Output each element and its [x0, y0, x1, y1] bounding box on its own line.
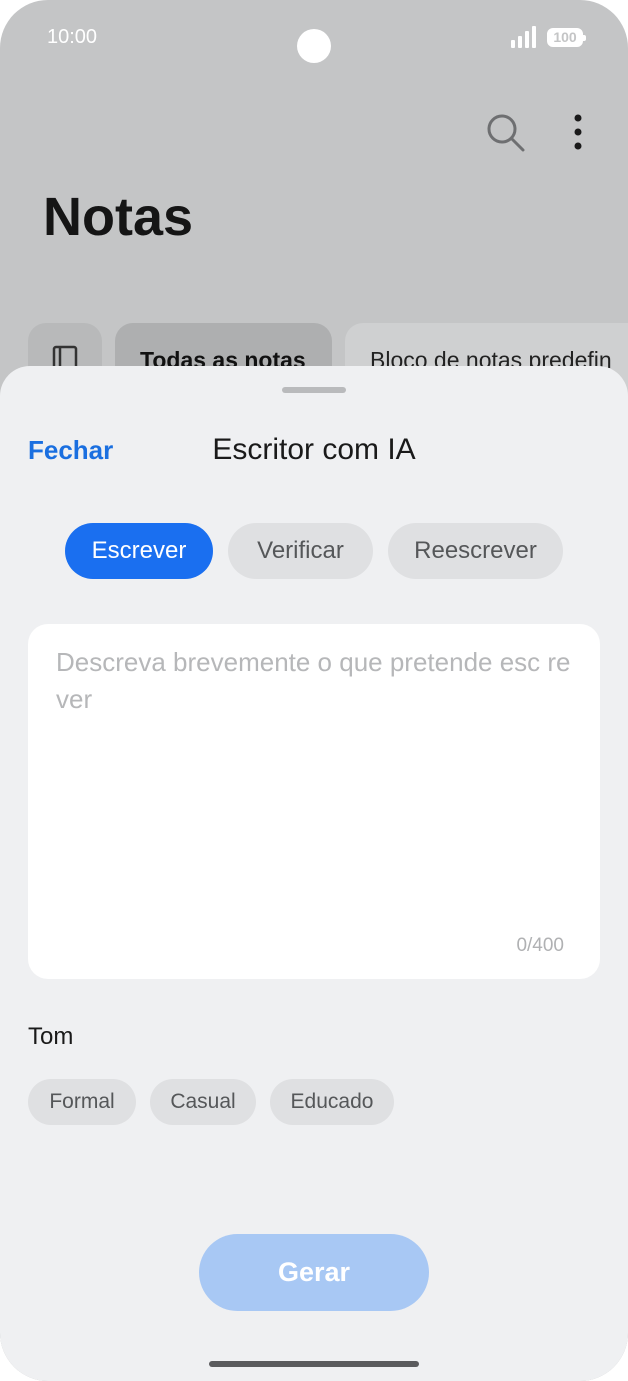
tone-casual[interactable]: Casual	[150, 1079, 256, 1125]
prompt-input[interactable]: Descreva brevemente o que pretende esc r…	[28, 624, 600, 979]
page-title: Notas	[43, 187, 194, 247]
prompt-placeholder: Descreva brevemente o que pretende esc r…	[56, 647, 571, 714]
battery-level: 100	[553, 29, 577, 45]
home-indicator[interactable]	[209, 1361, 419, 1367]
phone-screen: 10:00 100 Notas Todas as notas Bloco de …	[0, 0, 628, 1381]
sheet-drag-handle[interactable]	[282, 387, 346, 393]
signal-icon	[511, 26, 536, 48]
status-time: 10:00	[47, 26, 98, 48]
more-vert-icon[interactable]	[566, 113, 590, 153]
ai-writer-sheet: Escritor com IA Fechar Escrever Verifica…	[0, 366, 628, 1381]
battery-icon: 100	[547, 28, 586, 47]
search-icon[interactable]	[486, 113, 526, 153]
tone-label: Tom	[28, 1023, 74, 1050]
tab-write[interactable]: Escrever	[65, 523, 213, 579]
status-bar: 10:00 100	[0, 0, 628, 80]
tone-polite[interactable]: Educado	[270, 1079, 394, 1125]
close-button[interactable]: Fechar	[28, 435, 113, 466]
generate-button[interactable]: Gerar	[199, 1234, 429, 1311]
front-camera	[297, 29, 331, 63]
character-counter: 0/400	[516, 935, 564, 956]
tab-rewrite[interactable]: Reescrever	[388, 523, 563, 579]
tone-formal[interactable]: Formal	[28, 1079, 136, 1125]
tab-check[interactable]: Verificar	[228, 523, 373, 579]
